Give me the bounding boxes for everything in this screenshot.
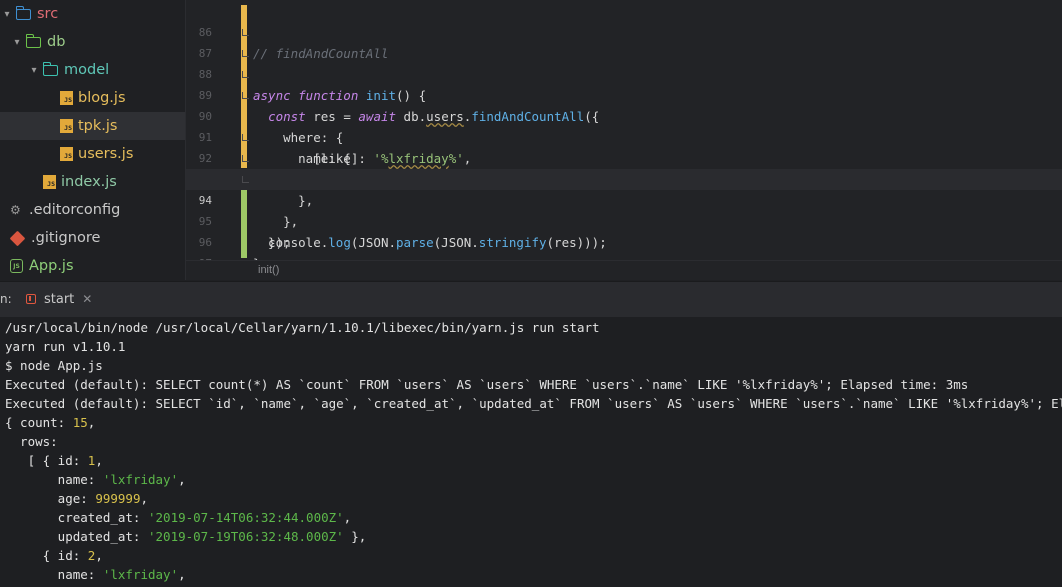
tree-item-label: .editorconfig — [29, 202, 121, 218]
code-line[interactable]: 90 name: { — [186, 85, 1062, 166]
fold-icon[interactable] — [242, 29, 249, 36]
tab-label: start — [44, 291, 75, 307]
fold-icon[interactable] — [242, 176, 249, 183]
tree-item-users-js[interactable]: JS users.js — [0, 140, 185, 168]
tree-item-label: users.js — [78, 146, 134, 162]
tree-item-label: blog.js — [78, 90, 126, 106]
tree-item-label: index.js — [61, 174, 117, 190]
folder-icon — [42, 61, 58, 76]
tree-item-src[interactable]: ▾ src — [0, 0, 185, 28]
chevron-down-icon[interactable]: ▾ — [10, 37, 24, 48]
tree-item-app-js[interactable]: JS App.js — [0, 252, 185, 280]
chevron-down-icon[interactable]: ▾ — [27, 65, 41, 76]
console-line: name: 'lxfriday', — [5, 567, 186, 582]
tree-item-editorconfig[interactable]: ⚙ .editorconfig — [0, 196, 185, 224]
console-line: age: 999999, — [5, 491, 148, 506]
code-line[interactable]: 88 const res = await db.users.findAndCou… — [186, 43, 1062, 124]
console-line: Executed (default): SELECT count(*) AS `… — [5, 377, 969, 392]
code-line-current[interactable]: 94 }); — [186, 169, 1062, 250]
tree-item-label: .gitignore — [31, 230, 101, 246]
js-file-icon: JS — [60, 91, 73, 105]
code-editor[interactable]: 86 // findAndCountAll 87 async function … — [186, 0, 1062, 271]
console-line: updated_at: '2019-07-19T06:32:48.000Z' }… — [5, 529, 367, 544]
js-file-icon: JS — [60, 119, 73, 133]
nodejs-icon: JS — [10, 259, 23, 273]
console-output[interactable]: /usr/local/bin/node /usr/local/Cellar/ya… — [0, 317, 1062, 587]
tab-start[interactable]: start ✕ — [26, 287, 92, 311]
fold-icon[interactable] — [242, 134, 249, 141]
gear-icon: ⚙ — [10, 203, 21, 217]
console-line: { id: 2, — [5, 548, 103, 563]
code-line[interactable]: 89 where: { — [186, 64, 1062, 145]
console-line: $ node App.js — [5, 358, 103, 373]
code-line[interactable]: 96 } — [186, 211, 1062, 271]
tree-item-label: tpk.js — [78, 118, 118, 134]
run-tool-window-header: n: start ✕ — [0, 281, 1062, 317]
code-line[interactable]: 91 [like]: '%lxfriday%', — [186, 106, 1062, 166]
close-icon[interactable]: ✕ — [82, 292, 92, 306]
tree-item-label: db — [47, 34, 66, 50]
chevron-down-icon[interactable]: ▾ — [0, 9, 14, 20]
folder-icon — [25, 33, 41, 48]
run-label: n: — [0, 292, 12, 306]
run-config-icon — [26, 294, 36, 304]
project-tree: ▾ src ▾ db ▾ model JS blog.js JS tpk.js … — [0, 0, 186, 280]
tree-item-blog-js[interactable]: JS blog.js — [0, 84, 185, 112]
code-line[interactable]: 93 }, — [186, 148, 1062, 229]
tree-item-model[interactable]: ▾ model — [0, 56, 185, 84]
folder-icon — [15, 5, 31, 20]
console-line: [ { id: 1, — [5, 453, 103, 468]
fold-icon[interactable] — [242, 155, 249, 162]
breadcrumb: init() — [186, 260, 1062, 280]
tree-item-index-js[interactable]: JS index.js — [0, 168, 185, 196]
js-file-icon: JS — [60, 147, 73, 161]
code-line[interactable]: 95 console.log(JSON.parse(JSON.stringify… — [186, 190, 1062, 250]
fold-icon[interactable] — [242, 50, 249, 57]
code-line[interactable]: 87 async function init() { — [186, 22, 1062, 103]
tree-item-label: App.js — [29, 258, 74, 274]
breadcrumb-item[interactable]: init() — [258, 264, 279, 276]
tree-item-gitignore[interactable]: .gitignore — [0, 224, 185, 252]
git-icon — [9, 230, 26, 246]
fold-icon[interactable] — [242, 71, 249, 78]
console-line: rows: — [5, 434, 58, 449]
console-line: created_at: '2019-07-14T06:32:44.000Z', — [5, 510, 352, 525]
tree-item-label: model — [64, 62, 110, 78]
console-line: /usr/local/bin/node /usr/local/Cellar/ya… — [5, 320, 600, 335]
console-line: yarn run v1.10.1 — [5, 339, 126, 354]
tree-item-tpk-js[interactable]: JS tpk.js — [0, 112, 185, 140]
console-line: name: 'lxfriday', — [5, 472, 186, 487]
code-line[interactable]: 97 — [186, 232, 1062, 270]
tree-item-db[interactable]: ▾ db — [0, 28, 185, 56]
console-line: { count: 15, — [5, 415, 96, 430]
fold-icon[interactable] — [242, 92, 249, 99]
code-line[interactable]: 92 }, — [186, 127, 1062, 208]
console-line: Executed (default): SELECT `id`, `name`,… — [5, 396, 1062, 411]
tree-item-label: src — [37, 6, 59, 22]
code-line[interactable]: 86 // findAndCountAll — [186, 1, 1062, 61]
js-file-icon: JS — [43, 175, 56, 189]
